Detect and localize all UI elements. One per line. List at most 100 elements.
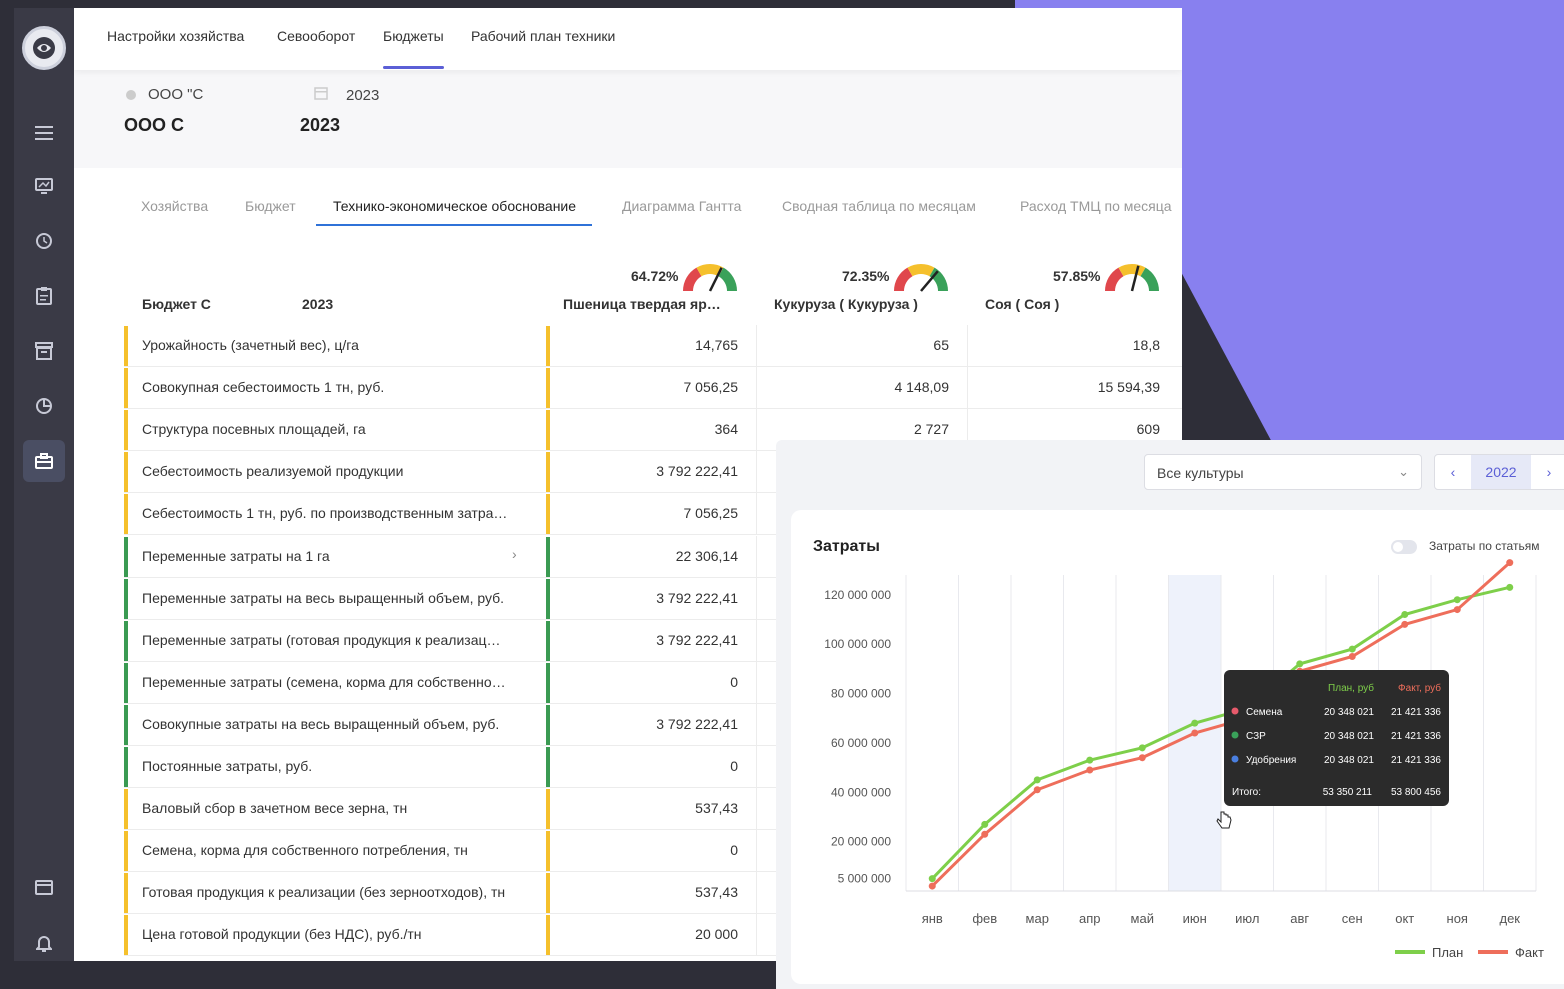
row-color-bar [124, 578, 128, 619]
row-color-bar [124, 410, 128, 451]
data-point [1348, 645, 1356, 653]
column-divider [756, 619, 757, 662]
column-divider [756, 872, 757, 915]
x-tick-label: май [1131, 911, 1154, 926]
column-divider [756, 788, 757, 831]
tab-materials-monthly[interactable]: Расход ТМЦ по месяца [1020, 198, 1172, 214]
row-label: Себестоимость реализуемой продукции [142, 463, 404, 480]
farm-select[interactable]: ООО "С [148, 86, 203, 103]
chart-card: Затраты Затраты по статьям 5 000 000 20 0… [791, 510, 1564, 984]
tooltip-total-label: Итого: [1232, 787, 1261, 798]
y-tick-label: 120 000 000 [824, 588, 891, 602]
cell-value: 3 792 222,41 [656, 631, 738, 648]
topnav-budgets[interactable]: Бюджеты [383, 28, 444, 69]
row-color-bar [546, 494, 550, 535]
column-header-2: Кукуруза ( Кукуруза ) [774, 296, 918, 312]
cell-value: 7 056,25 [683, 505, 739, 522]
column-divider [756, 409, 757, 452]
monitor-chart-icon[interactable] [23, 165, 65, 207]
tab-feasibility[interactable]: Технико-экономическое обоснование [315, 198, 593, 227]
row-label: Семена, корма для собственного потреблен… [142, 842, 468, 859]
topnav-farm-settings[interactable]: Настройки хозяйства [107, 28, 244, 44]
table-row[interactable]: Совокупная себестоимость 1 тн, руб. 7 056… [124, 367, 1182, 410]
column-divider [756, 451, 757, 494]
year-title: 2023 [300, 115, 341, 135]
topnav-equipment-plan[interactable]: Рабочий план техники [471, 28, 615, 44]
tab-farms[interactable]: Хозяйства [141, 198, 208, 214]
farm-dot-icon [126, 90, 136, 100]
row-color-bar [546, 831, 550, 872]
data-point [1401, 620, 1409, 628]
row-color-bar [546, 662, 550, 703]
row-label: Цена готовой продукции (без НДС), руб./т… [142, 926, 422, 943]
x-tick-label: янв [922, 911, 943, 926]
column-divider [756, 577, 757, 620]
cell-value: 65 [933, 337, 949, 353]
briefcase-icon[interactable] [23, 440, 65, 482]
row-color-bar [124, 326, 128, 366]
table-row[interactable]: Урожайность (зачетный вес), ц/га 14,765 65… [124, 325, 1182, 367]
gauge-segment [894, 267, 913, 292]
year-switcher: ‹ 2022 › [1434, 454, 1564, 490]
cell-value: 537,43 [695, 800, 738, 817]
row-label: Готовая продукция к реализации (без зерн… [142, 884, 506, 901]
archive-icon[interactable] [23, 330, 65, 372]
data-point [928, 882, 936, 890]
pie-chart-icon[interactable] [23, 385, 65, 427]
tab-monthly-summary[interactable]: Сводная таблица по месяцам [782, 198, 976, 214]
clipboard-icon[interactable] [23, 275, 65, 317]
row-label: Переменные затраты на 1 га [142, 547, 330, 564]
y-tick-label: 5 000 000 [838, 872, 892, 886]
next-year-button[interactable]: › [1531, 455, 1564, 489]
calendar-card-icon[interactable] [23, 866, 65, 908]
logo-icon[interactable] [22, 26, 66, 70]
tooltip-total-plan: 53 350 211 [1323, 787, 1373, 798]
row-label: Валовый сбор в зачетном весе зерна, тн [142, 800, 408, 817]
gauge-segment [907, 264, 935, 277]
cell-value: 18,8 [1132, 337, 1160, 353]
x-tick-label: июн [1183, 911, 1207, 926]
prev-year-button[interactable]: ‹ [1435, 455, 1471, 489]
row-color-bar [546, 452, 550, 493]
data-point [1506, 583, 1514, 591]
row-color-bar [124, 452, 128, 493]
crop-dropdown[interactable]: Все культуры ⌄ [1144, 454, 1422, 490]
tooltip-item-plan: 20 348 021 [1324, 731, 1374, 742]
chevron-right-icon[interactable]: › [512, 546, 517, 562]
row-label: Переменные затраты на весь выращенный об… [142, 589, 505, 606]
year-select[interactable]: 2023 [346, 87, 379, 104]
cell-value: 7 056,25 [683, 379, 739, 396]
row-label: Себестоимость 1 тн, руб. по производстве… [142, 505, 508, 522]
bell-icon[interactable] [23, 922, 65, 961]
column-divider [756, 493, 757, 536]
data-point [1033, 786, 1041, 794]
legend-label: План [1432, 945, 1463, 960]
x-tick-label: дек [1499, 911, 1520, 926]
cell-value: 14,765 [695, 337, 738, 353]
data-point [1401, 611, 1409, 618]
tooltip-item-fact: 21 421 336 [1391, 707, 1441, 718]
menu-icon[interactable] [23, 112, 65, 154]
x-tick-label: сен [1342, 911, 1363, 926]
gauge-segment [1105, 267, 1124, 292]
row-color-bar [546, 704, 550, 745]
farm-title: ООО С [124, 115, 185, 135]
tooltip-head-plan: План, руб [1328, 682, 1374, 694]
column-header-3: Соя ( Соя ) [985, 296, 1060, 312]
column-divider [756, 535, 757, 578]
data-point [1506, 559, 1514, 567]
topnav-crop-rotation[interactable]: Севооборот [277, 28, 355, 44]
data-point [981, 830, 989, 838]
tab-budget[interactable]: Бюджет [245, 198, 296, 214]
row-color-bar [124, 789, 128, 830]
tooltip-item-name: СЗР [1246, 731, 1266, 742]
cell-value: 0 [730, 673, 738, 690]
row-color-bar [124, 747, 128, 787]
tab-gantt[interactable]: Диаграмма Гантта [622, 198, 741, 214]
row-label: Переменные затраты (семена, корма для со… [142, 673, 506, 690]
row-color-bar [124, 662, 128, 703]
x-tick-label: мар [1026, 911, 1049, 926]
column-divider [756, 367, 757, 410]
row-label: Совокупная себестоимость 1 тн, руб. [142, 379, 385, 396]
history-icon[interactable] [23, 220, 65, 262]
